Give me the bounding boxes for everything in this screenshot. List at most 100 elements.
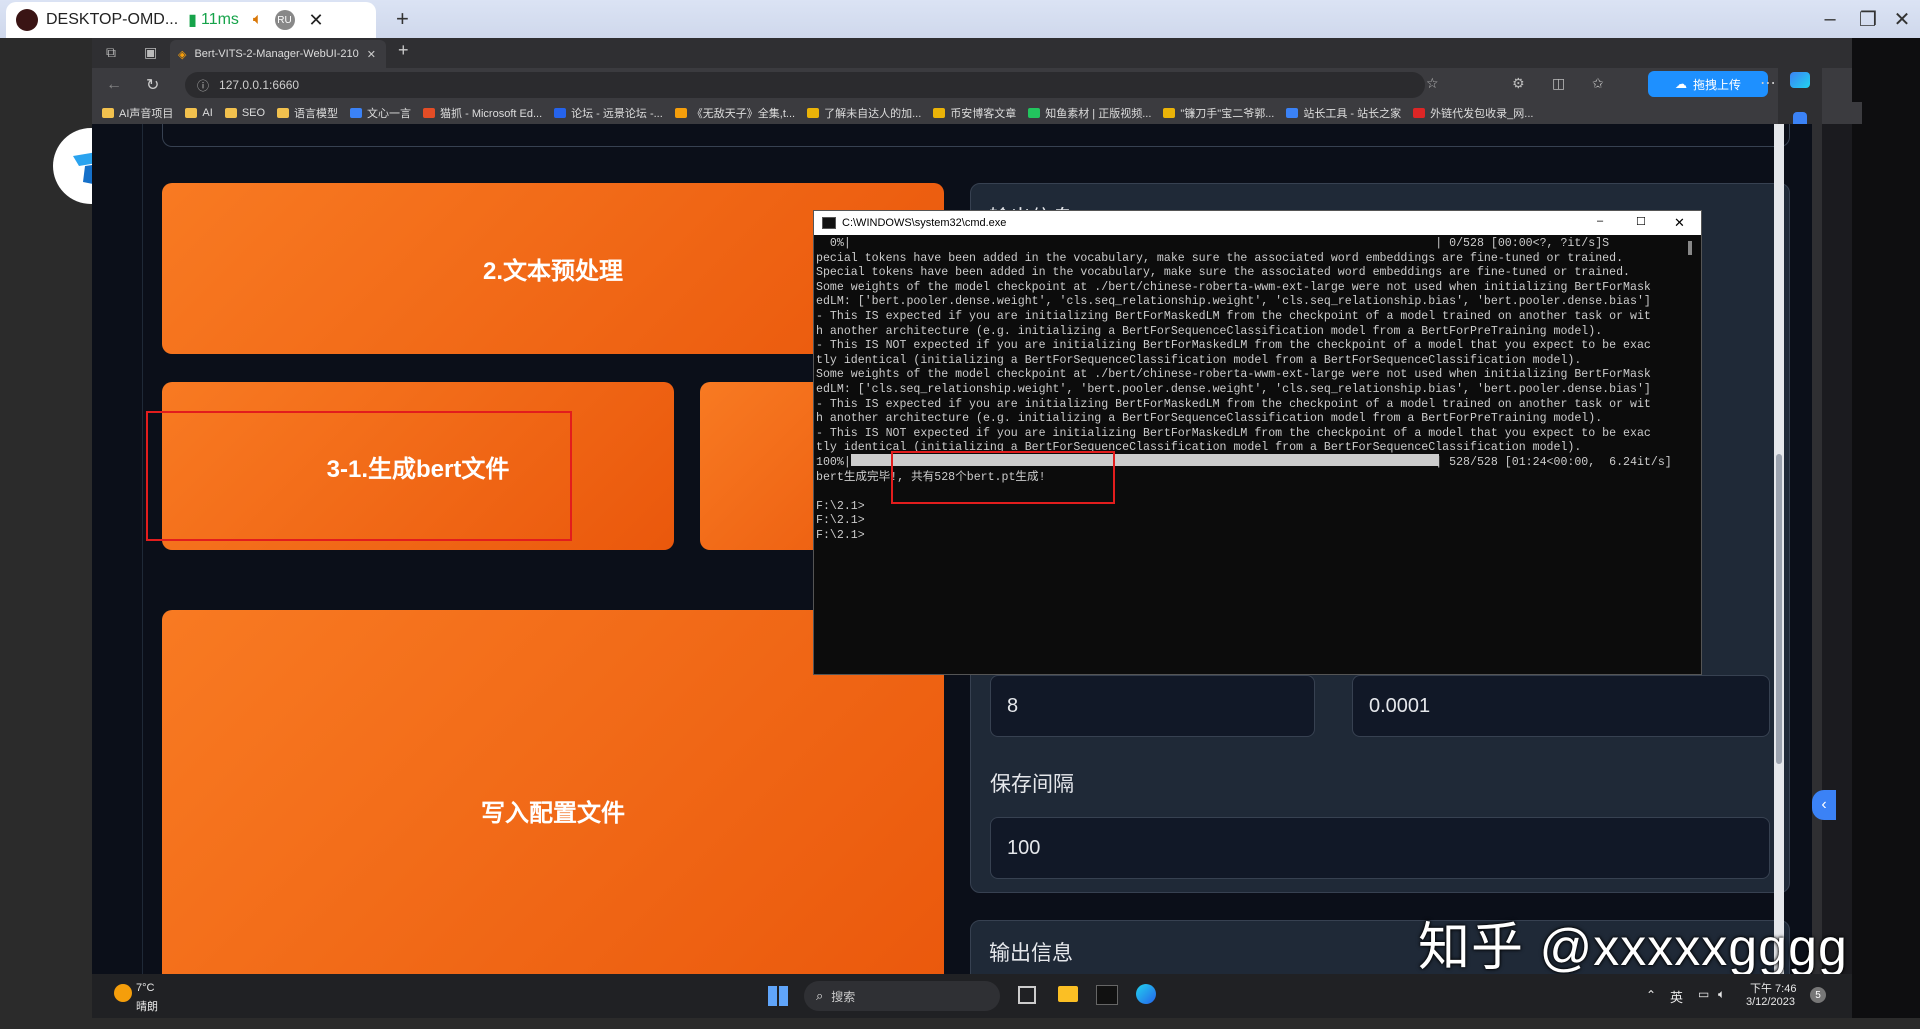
tab-favicon-icon: ◈ (178, 48, 187, 61)
bookmark-item[interactable]: 知鱼素材 | 正版视频... (1028, 105, 1151, 121)
favorite-icon[interactable]: ☆ (1426, 75, 1439, 92)
bookmark-label: 论坛 - 远景论坛 -... (571, 108, 663, 120)
close-icon[interactable]: ✕ (309, 10, 324, 31)
bookmark-label: "镰刀手"宝二爷郭... (1180, 108, 1275, 120)
lang-badge[interactable]: RU (274, 10, 295, 30)
bookmark-label: 文心一言 (367, 108, 412, 120)
back-icon[interactable]: ← (106, 76, 122, 94)
browser-new-tab-icon[interactable]: + (398, 40, 409, 61)
session-title: DESKTOP-OMD... (46, 11, 179, 28)
clock-time[interactable]: 下午 7:46 (1750, 980, 1796, 996)
cmd-line: 0%| | 0/528 [00:00<?, ?it/s]S (816, 237, 1610, 250)
bookmark-label: 站长工具 - 站长之家 (1303, 108, 1402, 120)
edge-icon[interactable] (1136, 984, 1156, 1004)
bookmark-item[interactable]: 语言模型 (277, 105, 338, 121)
bookmark-item[interactable]: "镰刀手"宝二爷郭... (1163, 105, 1274, 121)
bookmark-icon (423, 108, 436, 118)
cmd-line: Special tokens have been added in the vo… (816, 266, 1631, 280)
bookmark-icon (102, 108, 114, 118)
collapse-sidebar-button[interactable]: ‹ (1812, 790, 1836, 820)
bookmark-item[interactable]: 站长工具 - 站长之家 (1286, 105, 1401, 121)
learning-rate-field[interactable]: 0.0001 (1352, 675, 1770, 737)
output-label: 输出信息 (989, 942, 1073, 965)
window-close-icon[interactable]: ✕ (1880, 0, 1920, 38)
tab-webui[interactable]: ◈ Bert-VITS-2-Manager-WebUI-210 ✕ (170, 40, 386, 68)
bookmark-item[interactable]: 《无敌天子》全集,t... (674, 105, 796, 121)
bookmark-item[interactable]: 文心一言 (350, 105, 411, 121)
cmd-line: Some weights of the model checkpoint at … (816, 368, 1651, 382)
bookmark-item[interactable]: SEO (224, 107, 265, 119)
bookmark-item[interactable]: 了解未自达人的加... (807, 105, 921, 121)
write-config-label: 写入配置文件 (481, 799, 625, 827)
cmd-maximize-icon[interactable]: ☐ (1636, 215, 1646, 228)
watermark: 知乎 @xxxxxgggg (1418, 919, 1848, 977)
taskbar-search-label: 搜索 (831, 989, 856, 1004)
split-screen-icon[interactable]: ◫ (1552, 75, 1565, 92)
cmd-line: edLM: ['cls.seq_relationship.weight', 'b… (816, 382, 1651, 396)
more-icon[interactable]: ⋯ (1760, 73, 1776, 93)
taskbar-search[interactable]: ⌕ 搜索 (804, 981, 1000, 1011)
tab-close-icon[interactable]: ✕ (367, 48, 376, 61)
file-explorer-icon[interactable] (1058, 986, 1078, 1002)
preprocess-label: 2.文本预处理 (482, 258, 623, 285)
extensions-icon[interactable]: ⚙ (1512, 75, 1525, 92)
bookmark-item[interactable]: 外链代发包收录_网... (1413, 105, 1533, 121)
start-icon[interactable] (768, 986, 788, 1006)
bookmark-label: 《无敌天子》全集,t... (691, 108, 796, 120)
cmd-titlebar[interactable]: C:\WINDOWS\system32\cmd.exe – ☐ ✕ (814, 211, 1701, 235)
cmd-close-icon[interactable]: ✕ (1674, 215, 1685, 231)
bookmark-item[interactable]: AI声音项目 (102, 105, 173, 121)
favorites-icon[interactable]: ✩ (1592, 75, 1604, 92)
highlight-box-bert-button (146, 411, 572, 541)
save-interval-field[interactable]: 100 (990, 817, 1770, 879)
bookmark-item[interactable]: 猫抓 - Microsoft Ed... (423, 105, 542, 121)
tab-actions-icon[interactable]: ▣ (144, 44, 157, 61)
highlight-box-cmd-result (891, 451, 1115, 504)
copilot-icon[interactable] (1790, 72, 1810, 88)
ime-indicator[interactable]: 英 (1670, 987, 1683, 1006)
cmd-line: F:\2.1> (816, 514, 865, 528)
bookmark-icon (277, 108, 290, 118)
info-icon: ⓘ (197, 78, 210, 93)
bookmark-icon (185, 108, 198, 118)
volume-icon[interactable]: 🔈︎ (253, 11, 263, 29)
cmd-line: F:\2.1> (816, 528, 865, 542)
ping-readout: 11ms (200, 11, 239, 28)
bookmark-label: 外链代发包收录_网... (1430, 108, 1534, 120)
cmd-title: C:\WINDOWS\system32\cmd.exe (842, 217, 1007, 229)
network-icon[interactable]: ▭ (1698, 987, 1709, 1001)
volume-tray-icon[interactable]: 🔈︎ (1718, 987, 1725, 1002)
signal-icon: ▮ (188, 12, 197, 29)
batch-size-field[interactable]: 8 (990, 675, 1315, 737)
cmd-line: h another architecture (e.g. initializin… (816, 412, 1603, 426)
refresh-icon[interactable]: ↻ (146, 75, 159, 95)
cmd-line: - This IS NOT expected if you are initia… (816, 339, 1651, 353)
page-scrollbar-thumb[interactable] (1776, 454, 1782, 764)
save-interval-label: 保存间隔 (990, 773, 1074, 796)
bookmark-item[interactable]: 论坛 - 远景论坛 -... (554, 105, 663, 121)
bookmark-item[interactable]: AI (185, 107, 213, 119)
upload-button[interactable]: ☁ 拖拽上传 (1648, 71, 1768, 97)
cmd-line: tly identical (initializing a BertForSeq… (816, 353, 1582, 367)
weather-icon[interactable] (114, 984, 132, 1002)
new-tab-button[interactable]: + (396, 6, 409, 32)
page-left-edge (142, 124, 143, 974)
bookmark-label: 了解未自达人的加... (824, 108, 922, 120)
cmd-window[interactable]: C:\WINDOWS\system32\cmd.exe – ☐ ✕ 0%| | … (813, 210, 1702, 675)
notification-badge[interactable]: 5 (1810, 987, 1826, 1003)
bookmark-icon (554, 108, 567, 118)
remote-session-tab[interactable]: DESKTOP-OMD... ▮ 11ms 🔈︎ RU ✕ (6, 2, 376, 38)
cmd-scrollbar-thumb[interactable] (1688, 241, 1692, 255)
cmd-line: - This IS expected if you are initializi… (816, 309, 1651, 323)
terminal-icon[interactable] (1096, 985, 1118, 1005)
workspaces-icon[interactable]: ⧉ (106, 44, 116, 61)
tray-chevron-icon[interactable]: ⌃ (1646, 988, 1656, 1002)
address-bar[interactable]: ⓘ 127.0.0.1:6660 (185, 72, 1425, 98)
bookmark-label: 币安博客文章 (950, 108, 1017, 120)
clock-date[interactable]: 3/12/2023 (1746, 996, 1795, 1008)
task-view-icon[interactable] (1018, 986, 1036, 1004)
url-text: 127.0.0.1:6660 (219, 78, 300, 92)
bookmark-icon (1163, 108, 1176, 118)
cmd-minimize-icon[interactable]: – (1597, 215, 1603, 227)
bookmark-item[interactable]: 币安博客文章 (933, 105, 1016, 121)
